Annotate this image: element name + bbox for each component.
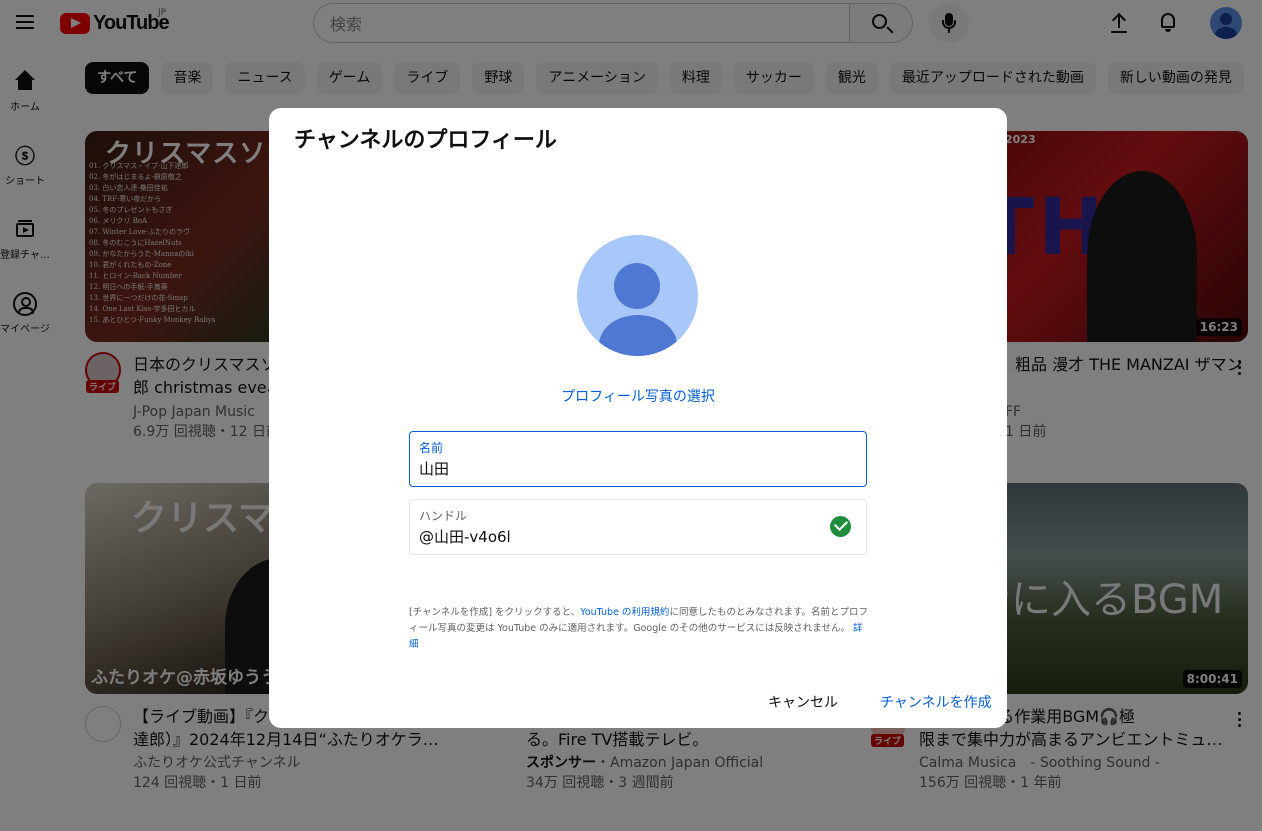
profile-avatar-placeholder[interactable] [577, 235, 698, 356]
dialog-title: チャンネルのプロフィール [294, 128, 557, 153]
channel-profile-dialog: チャンネルのプロフィール プロフィール写真の選択 名前 山田 ハンドル @山田-… [269, 108, 1007, 728]
handle-input[interactable]: @山田-v4o6l [419, 526, 511, 547]
youtube-page: YouTube JP 検索 ホーム ⓢ ショート 登録チャンネル マイページ [0, 0, 1262, 831]
name-field-label: 名前 [419, 441, 444, 455]
name-field[interactable]: 名前 山田 [409, 431, 867, 487]
create-channel-button[interactable]: チャンネルを作成 [880, 692, 992, 712]
handle-field[interactable]: ハンドル @山田-v4o6l [409, 499, 867, 555]
select-profile-photo-link[interactable]: プロフィール写真の選択 [269, 386, 1007, 406]
check-circle-icon [830, 516, 851, 537]
handle-field-label: ハンドル [419, 509, 468, 523]
terms-text: [チャンネルを作成] をクリックすると、 [409, 607, 581, 618]
cancel-button[interactable]: キャンセル [768, 692, 838, 712]
name-input[interactable]: 山田 [419, 458, 449, 479]
terms-notice: [チャンネルを作成] をクリックすると、YouTube の利用規約に同意したもの… [409, 605, 869, 653]
terms-of-service-link[interactable]: YouTube の利用規約 [580, 607, 669, 618]
